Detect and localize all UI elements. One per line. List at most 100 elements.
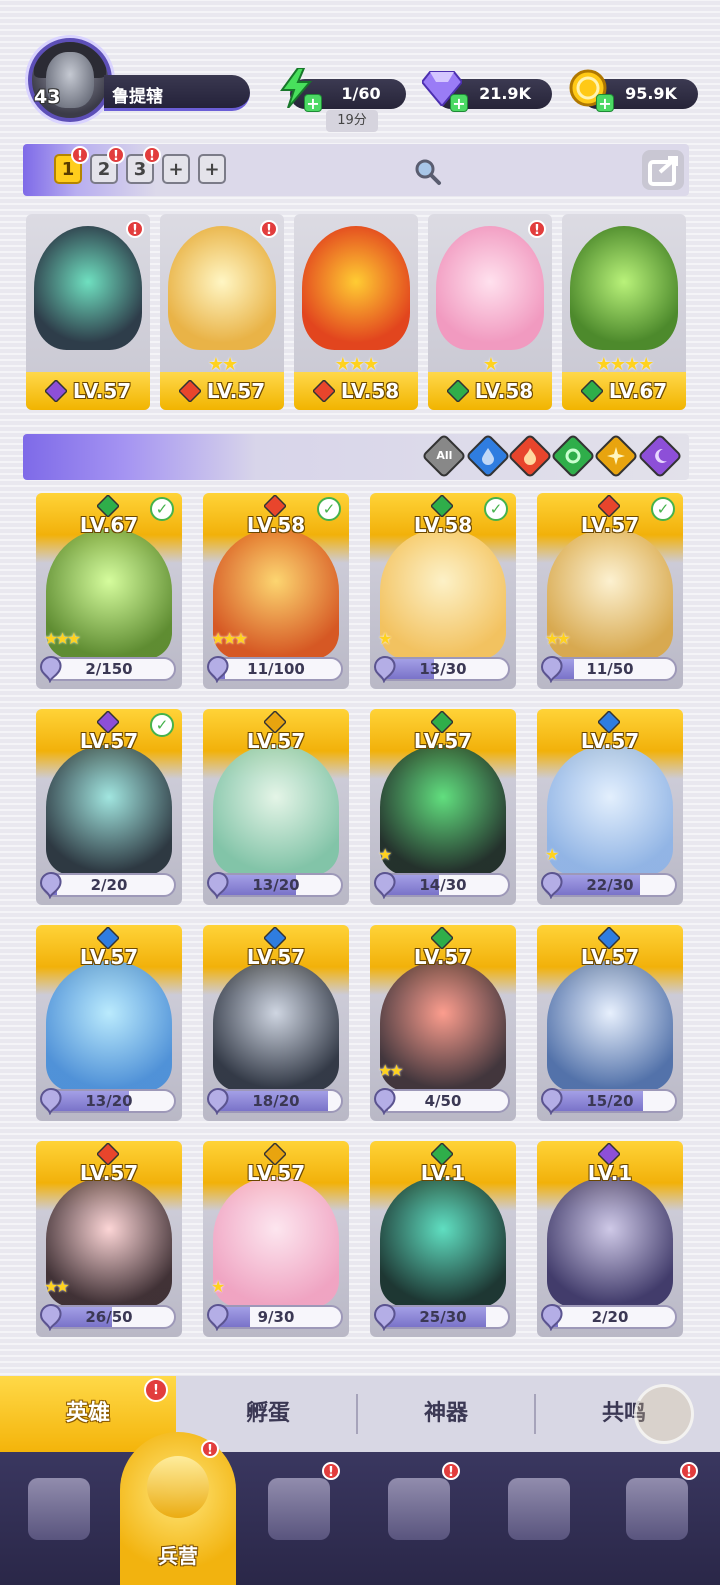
castle-icon bbox=[388, 1478, 450, 1540]
hero-level: LV.57 bbox=[246, 945, 306, 969]
hero-portrait bbox=[547, 961, 673, 1091]
in-team-check-icon: ✓ bbox=[317, 497, 341, 521]
fire-element-icon bbox=[178, 380, 201, 402]
hero-card[interactable]: LV.58 ✓ ★★★ 11/100 bbox=[203, 493, 349, 689]
share-icon[interactable] bbox=[642, 150, 684, 190]
floating-assist-button[interactable] bbox=[634, 1384, 694, 1444]
search-icon[interactable] bbox=[414, 158, 442, 186]
nav-banner[interactable]: ! bbox=[612, 1462, 702, 1570]
hero-portrait bbox=[380, 529, 506, 659]
hero-stars: ★★ bbox=[378, 1061, 404, 1080]
player-name: 鲁提辖 bbox=[112, 87, 163, 107]
nav-book[interactable]: ! bbox=[254, 1462, 344, 1570]
shard-icon bbox=[206, 655, 229, 683]
hero-card[interactable]: LV.57 ✓ 2/20 bbox=[36, 709, 182, 905]
tab-artifact[interactable]: 神器 bbox=[358, 1376, 534, 1452]
coins-value: 95.9K bbox=[625, 84, 677, 103]
gems-value: 21.9K bbox=[479, 84, 531, 103]
nav-guild[interactable] bbox=[494, 1470, 584, 1570]
moon-icon bbox=[651, 447, 669, 465]
alert-badge: ! bbox=[143, 146, 161, 164]
team-slot-label: 1 bbox=[61, 159, 75, 180]
alert-badge: ! bbox=[71, 146, 89, 164]
hero-card[interactable]: LV.57 ✓ ★★ 11/50 bbox=[537, 493, 683, 689]
hero-level: LV.58 bbox=[340, 379, 400, 403]
energy-value: 1/60 bbox=[341, 84, 381, 103]
team-slot-1[interactable]: 1 ! bbox=[54, 146, 89, 184]
hero-stars: ★★ bbox=[44, 1277, 70, 1296]
in-team-check-icon: ✓ bbox=[651, 497, 675, 521]
add-energy-icon[interactable]: + bbox=[304, 94, 322, 112]
dark-element-icon bbox=[44, 380, 67, 402]
hero-stars: ★ bbox=[211, 1277, 225, 1296]
hero-card[interactable]: LV.57 ★ 14/30 bbox=[370, 709, 516, 905]
sparkle-icon bbox=[607, 447, 625, 465]
hero-card[interactable]: LV.57 13/20 bbox=[203, 709, 349, 905]
hero-stars: ★★ bbox=[545, 629, 571, 648]
team-slot-3[interactable]: 3 ! bbox=[126, 146, 161, 184]
shard-icon bbox=[540, 871, 563, 899]
shard-icon bbox=[373, 1303, 396, 1331]
nav-cards[interactable] bbox=[14, 1470, 104, 1570]
hero-stars: ★ bbox=[545, 845, 559, 864]
hero-level: LV.67 bbox=[608, 379, 668, 403]
team-hero-card-4[interactable]: ★ LV.58 ! bbox=[428, 214, 552, 410]
hero-card[interactable]: LV.1 2/20 bbox=[537, 1141, 683, 1337]
nav-barracks[interactable]: ! bbox=[133, 1440, 223, 1548]
hero-level: LV.1 bbox=[587, 1161, 633, 1185]
book-icon bbox=[268, 1478, 330, 1540]
add-gems-icon[interactable]: + bbox=[450, 94, 468, 112]
alert-badge: ! bbox=[107, 146, 125, 164]
filter-all-label: All bbox=[436, 449, 453, 463]
hero-card[interactable]: LV.57 ★★ 26/50 bbox=[36, 1141, 182, 1337]
in-team-check-icon: ✓ bbox=[484, 497, 508, 521]
player-level: 43 bbox=[34, 86, 61, 108]
shard-icon bbox=[39, 1087, 62, 1115]
team-slot-add-1[interactable]: + bbox=[162, 154, 190, 184]
hero-portrait bbox=[547, 1177, 673, 1307]
guild-icon bbox=[508, 1478, 570, 1540]
hero-stars: ★★★ bbox=[211, 629, 248, 648]
player-avatar[interactable] bbox=[28, 38, 112, 122]
team-slot-2[interactable]: 2 ! bbox=[90, 146, 125, 184]
team-slot-label: 3 bbox=[133, 159, 147, 180]
shard-icon bbox=[206, 871, 229, 899]
shard-icon bbox=[540, 1087, 563, 1115]
hero-card[interactable]: LV.57 ★ 22/30 bbox=[537, 709, 683, 905]
hero-portrait bbox=[168, 226, 276, 350]
hero-level: LV.57 bbox=[79, 1161, 139, 1185]
hero-card[interactable]: LV.57 15/20 bbox=[537, 925, 683, 1121]
hero-card[interactable]: LV.57 ★ 9/30 bbox=[203, 1141, 349, 1337]
tab-label: 神器 bbox=[423, 1401, 468, 1426]
leaf-icon bbox=[564, 447, 582, 465]
team-hero-card-3[interactable]: ★★★ LV.58 bbox=[294, 214, 418, 410]
hero-portrait bbox=[213, 1177, 339, 1307]
alert-badge: ! bbox=[201, 1440, 219, 1458]
team-hero-card-1[interactable]: LV.57 ! bbox=[26, 214, 150, 410]
hero-card[interactable]: LV.57 18/20 bbox=[203, 925, 349, 1121]
nav-castle[interactable]: ! bbox=[374, 1462, 464, 1570]
hero-card[interactable]: LV.67 ✓ ★★★ 2/150 bbox=[36, 493, 182, 689]
hero-level: LV.57 bbox=[246, 729, 306, 753]
hero-level: LV.57 bbox=[413, 945, 473, 969]
shard-icon bbox=[373, 871, 396, 899]
hero-card[interactable]: LV.58 ✓ ★ 13/30 bbox=[370, 493, 516, 689]
hero-stars: ★★★ bbox=[44, 629, 81, 648]
add-coins-icon[interactable]: + bbox=[596, 94, 614, 112]
banner-icon bbox=[626, 1478, 688, 1540]
hero-portrait bbox=[213, 961, 339, 1091]
team-slot-add-2[interactable]: + bbox=[198, 154, 226, 184]
hero-card[interactable]: LV.1 25/30 bbox=[370, 1141, 516, 1337]
coin-icon: + bbox=[566, 66, 614, 112]
tab-label: 英雄 bbox=[65, 1401, 110, 1426]
hero-level-bar: LV.57 bbox=[160, 372, 284, 410]
tab-label: 孵蛋 bbox=[245, 1401, 290, 1426]
in-team-check-icon: ✓ bbox=[150, 713, 174, 737]
fire-icon bbox=[521, 447, 539, 465]
team-hero-card-5[interactable]: ★★★★ LV.67 bbox=[562, 214, 686, 410]
team-hero-card-2[interactable]: ★★ LV.57 ! bbox=[160, 214, 284, 410]
hero-card[interactable]: LV.57 ★★ 4/50 bbox=[370, 925, 516, 1121]
hero-portrait bbox=[213, 745, 339, 875]
hero-card[interactable]: LV.57 13/20 bbox=[36, 925, 182, 1121]
team-slot-label: + bbox=[204, 159, 220, 180]
